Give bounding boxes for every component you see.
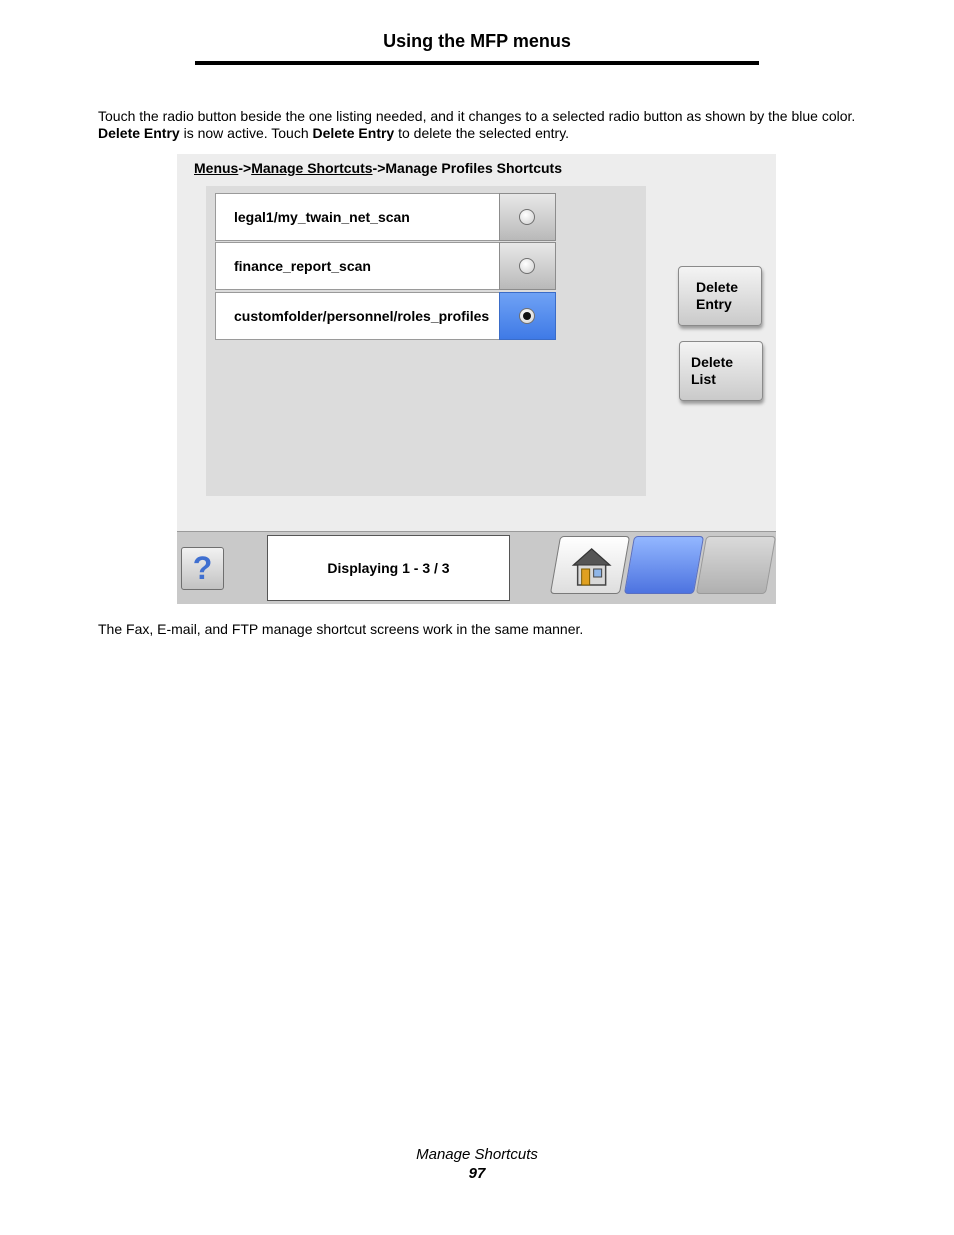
radio-unselected-icon bbox=[519, 209, 535, 225]
intro-bold-delete-entry-2: Delete Entry bbox=[312, 125, 395, 141]
list-item[interactable]: legal1/my_twain_net_scan bbox=[215, 193, 556, 241]
manage-profiles-panel: Menus->Manage Shortcuts->Manage Profiles… bbox=[177, 154, 777, 604]
intro-bold-delete-entry: Delete Entry bbox=[98, 125, 180, 141]
list-item-selected[interactable]: customfolder/personnel/roles_profiles bbox=[215, 292, 556, 340]
delete-entry-button[interactable]: Delete Entry bbox=[678, 266, 762, 326]
breadcrumb-separator: -> bbox=[238, 160, 252, 176]
intro-middle: is now active. Touch bbox=[179, 125, 313, 141]
radio-selected-icon bbox=[519, 308, 535, 324]
delete-list-label: Delete List bbox=[691, 354, 734, 387]
list-item-label: customfolder/personnel/roles_profiles bbox=[234, 308, 490, 324]
breadcrumb: Menus->Manage Shortcuts->Manage Profiles… bbox=[194, 160, 562, 176]
bottom-bar: ? Displaying 1 - 3 / 3 bbox=[177, 531, 777, 604]
radio-button[interactable] bbox=[499, 193, 556, 241]
intro-end: to delete the selected entry. bbox=[394, 125, 570, 141]
radio-button[interactable] bbox=[499, 242, 556, 290]
footer-section-title: Manage Shortcuts bbox=[416, 1146, 538, 1163]
gray-nav-button[interactable] bbox=[695, 536, 777, 594]
help-question-icon: ? bbox=[192, 550, 213, 586]
breadcrumb-current: Manage Profiles Shortcuts bbox=[385, 160, 562, 176]
breadcrumb-menus-link[interactable]: Menus bbox=[194, 160, 238, 176]
status-text: Displaying 1 - 3 / 3 bbox=[327, 560, 450, 576]
intro-sentence: Touch the radio button beside the one li… bbox=[98, 108, 856, 124]
blue-nav-button[interactable] bbox=[623, 536, 705, 594]
radio-unselected-icon bbox=[519, 258, 535, 274]
list-item-label: finance_report_scan bbox=[234, 258, 371, 274]
status-box: Displaying 1 - 3 / 3 bbox=[267, 535, 510, 601]
outro-paragraph: The Fax, E-mail, and FTP manage shortcut… bbox=[98, 621, 584, 637]
help-button[interactable]: ? bbox=[181, 547, 224, 590]
breadcrumb-manage-shortcuts-link[interactable]: Manage Shortcuts bbox=[251, 160, 372, 176]
footer-page-number: 97 bbox=[468, 1165, 486, 1182]
page-title: Using the MFP menus bbox=[383, 31, 571, 51]
header-rule bbox=[195, 61, 759, 65]
breadcrumb-separator: -> bbox=[372, 160, 386, 176]
delete-entry-label: Delete Entry bbox=[696, 279, 739, 312]
home-icon bbox=[571, 547, 612, 586]
list-item-label: legal1/my_twain_net_scan bbox=[234, 209, 410, 225]
shortcut-list: legal1/my_twain_net_scan finance_report_… bbox=[206, 186, 646, 496]
radio-button-selected[interactable] bbox=[499, 292, 556, 340]
delete-list-button[interactable]: Delete List bbox=[679, 341, 763, 401]
home-button[interactable] bbox=[549, 536, 631, 594]
list-item[interactable]: finance_report_scan bbox=[215, 242, 556, 290]
intro-paragraph: Touch the radio button beside the one li… bbox=[98, 108, 898, 142]
